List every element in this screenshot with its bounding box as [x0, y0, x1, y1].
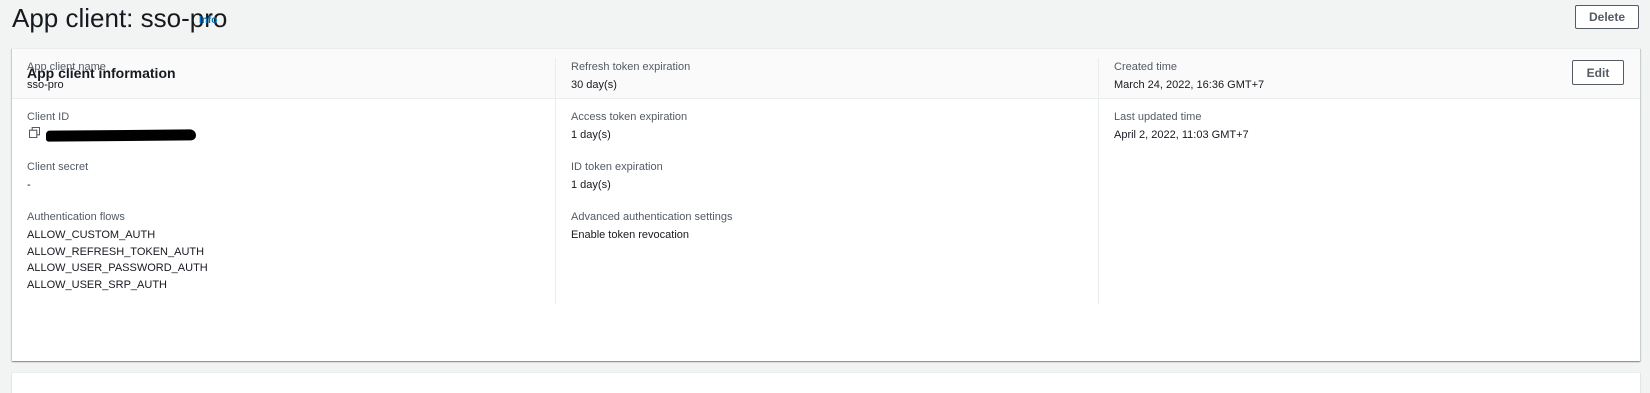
last-updated-value: April 2, 2022, 11:03 GMT+7 — [1114, 129, 1249, 141]
refresh-token-value: 30 day(s) — [571, 79, 617, 91]
details-column-2: Refresh token expiration 30 day(s) Acces… — [555, 58, 1084, 304]
app-client-name-value: sso-pro — [27, 79, 64, 91]
client-id-value — [27, 127, 557, 143]
id-token-field: ID token expiration 1 day(s) — [571, 158, 1084, 208]
client-secret-label: Client secret — [27, 161, 89, 173]
last-updated-field: Last updated time April 2, 2022, 11:03 G… — [1114, 108, 1619, 158]
page-title: App client: sso-pro — [12, 3, 228, 33]
auth-flow-item: ALLOW_USER_PASSWORD_AUTH — [27, 262, 208, 274]
refresh-token-label: Refresh token expiration — [571, 61, 691, 73]
client-secret-value: - — [27, 179, 31, 191]
authentication-flows-field: Authentication flows ALLOW_CUSTOM_AUTH A… — [27, 208, 557, 291]
last-updated-label: Last updated time — [1114, 111, 1202, 123]
advanced-auth-value: Enable token revocation — [571, 229, 690, 241]
authentication-flows-label: Authentication flows — [27, 211, 125, 223]
advanced-auth-label: Advanced authentication settings — [571, 211, 733, 223]
access-token-field: Access token expiration 1 day(s) — [571, 108, 1084, 158]
access-token-value: 1 day(s) — [571, 129, 611, 141]
redacted-client-id — [45, 128, 197, 142]
next-panel — [12, 372, 1640, 393]
copy-icon[interactable] — [28, 127, 41, 143]
auth-flow-item: ALLOW_REFRESH_TOKEN_AUTH — [27, 245, 205, 258]
client-secret-field: Client secret - — [27, 158, 557, 208]
client-id-field: Client ID — [27, 108, 557, 158]
client-id-label: Client ID — [27, 111, 70, 123]
refresh-token-field: Refresh token expiration 30 day(s) — [571, 58, 1084, 108]
id-token-label: ID token expiration — [571, 161, 663, 173]
info-link[interactable]: Info — [199, 15, 217, 26]
app-client-name-field: App client name sso-pro — [27, 58, 557, 108]
delete-button[interactable]: Delete — [1575, 5, 1639, 29]
auth-flow-item: ALLOW_CUSTOM_AUTH — [27, 229, 156, 241]
created-time-field: Created time March 24, 2022, 16:36 GMT+7 — [1114, 58, 1619, 108]
created-time-label: Created time — [1114, 61, 1177, 73]
page-header: App client: sso-pro Info Delete — [0, 0, 1650, 48]
created-time-value: March 24, 2022, 16:36 GMT+7 — [1114, 79, 1265, 91]
access-token-label: Access token expiration — [571, 111, 688, 123]
auth-flow-item: ALLOW_USER_SRP_AUTH — [27, 278, 167, 291]
id-token-value: 1 day(s) — [571, 179, 611, 191]
details-column-1: App client name sso-pro Client ID Client… — [27, 58, 557, 304]
details-column-3: Created time March 24, 2022, 16:36 GMT+7… — [1098, 58, 1619, 304]
app-client-name-label: App client name — [27, 61, 106, 73]
advanced-auth-field: Advanced authentication settings Enable … — [571, 208, 1084, 258]
